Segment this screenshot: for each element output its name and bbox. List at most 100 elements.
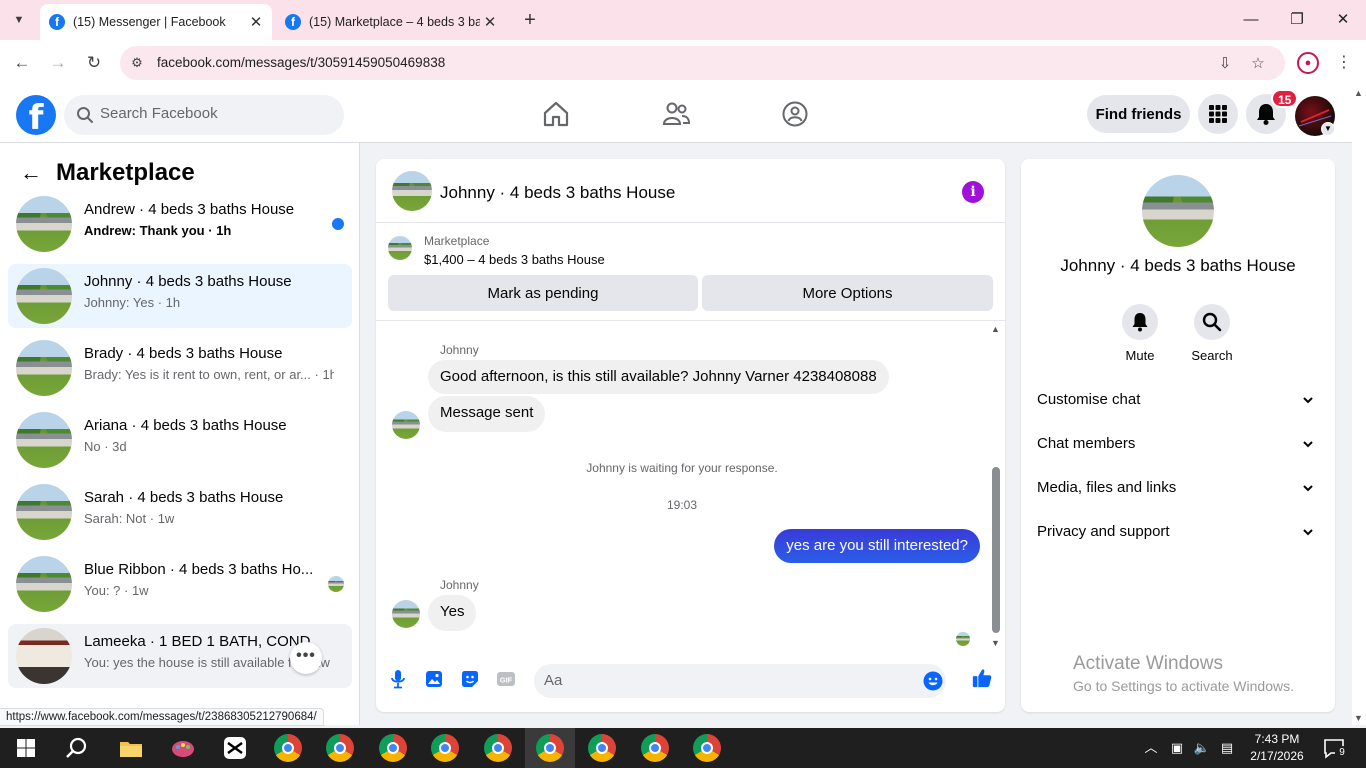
tab-close-icon[interactable]: ✕	[480, 13, 500, 31]
chat-panel: Johnny · 4 beds 3 baths House i Marketpl…	[376, 159, 1005, 712]
scroll-down-icon[interactable]: ▼	[1354, 713, 1363, 723]
notification-center-icon[interactable]: 9	[1322, 736, 1349, 760]
close-window-icon[interactable]: ✕	[1329, 6, 1357, 34]
activate-windows-watermark: Activate Windows Go to Settings to activ…	[1073, 653, 1294, 694]
browser-profile-icon[interactable]: ●	[1297, 52, 1319, 74]
more-options-icon[interactable]: •••	[290, 642, 322, 674]
browser-menu-icon[interactable]: ⋮	[1334, 52, 1354, 74]
taskbar-search-icon[interactable]	[63, 734, 91, 762]
home-icon[interactable]	[541, 99, 571, 129]
thumbs-up-icon[interactable]	[971, 667, 993, 689]
search-input[interactable]	[100, 105, 330, 122]
chrome-profile-5-icon[interactable]	[484, 734, 512, 762]
more-options-button[interactable]: More Options	[702, 275, 993, 311]
reload-icon[interactable]: ↻	[82, 51, 106, 75]
conversation-name: Lameeka · 1 BED 1 BATH, COND	[84, 633, 311, 650]
menu-button[interactable]	[1198, 94, 1238, 134]
chat-members-section[interactable]: Chat members	[1037, 422, 1319, 466]
file-explorer-icon[interactable]	[117, 734, 145, 762]
groups-icon[interactable]	[780, 99, 810, 129]
message-input[interactable]	[544, 672, 914, 689]
message-input-wrapper[interactable]	[534, 664, 946, 698]
conversation-johnny[interactable]: Johnny · 4 beds 3 baths House Johnny: Ye…	[8, 264, 352, 328]
search-button[interactable]	[1194, 304, 1230, 340]
tab-search-chevron-icon[interactable]: ▼	[8, 9, 30, 31]
search-icon	[77, 107, 93, 123]
photo-icon[interactable]	[423, 668, 445, 690]
paint-app-icon[interactable]	[169, 734, 197, 762]
tab-marketplace[interactable]: f (15) Marketplace – 4 beds 3 bat ✕	[276, 4, 506, 40]
conversation-andrew[interactable]: Andrew · 4 beds 3 baths House Andrew: Th…	[8, 192, 352, 256]
message-bubble[interactable]: Message sent	[428, 396, 546, 432]
mark-as-pending-button[interactable]: Mark as pending	[388, 275, 698, 311]
scroll-up-icon[interactable]: ▲	[1354, 88, 1363, 98]
chrome-profile-9-icon[interactable]	[693, 734, 721, 762]
tab-close-icon[interactable]: ✕	[246, 13, 266, 31]
forward-arrow-icon[interactable]: →	[46, 51, 70, 75]
conversation-ariana[interactable]: Ariana · 4 beds 3 baths House No · 3d	[8, 408, 352, 472]
tab-messenger[interactable]: f (15) Messenger | Facebook ✕	[40, 4, 272, 40]
volume-icon[interactable]: 🔈	[1192, 738, 1212, 758]
mute-action[interactable]: Mute	[1110, 304, 1170, 363]
new-tab-icon[interactable]: +	[518, 8, 542, 32]
find-friends-button[interactable]: Find friends	[1087, 95, 1190, 133]
account-chevron-down-icon[interactable]: ▼	[1321, 122, 1335, 136]
minimize-icon[interactable]: —	[1237, 6, 1265, 34]
info-avatar[interactable]	[1142, 175, 1214, 247]
message-bubble[interactable]: Yes	[428, 595, 477, 631]
back-arrow-icon[interactable]: ←	[16, 158, 46, 188]
search-action[interactable]: Search	[1182, 304, 1242, 363]
page-scrollbar[interactable]: ▲ ▼	[1352, 86, 1366, 725]
system-clock[interactable]: 7:43 PM 2/17/2026	[1249, 731, 1305, 765]
chrome-profile-6-icon[interactable]	[536, 734, 564, 762]
facebook-logo[interactable]: f	[16, 95, 56, 135]
gif-icon[interactable]: GIF	[495, 668, 517, 690]
conversation-blue-ribbon[interactable]: Blue Ribbon · 4 beds 3 baths Ho... You: …	[8, 552, 352, 616]
chat-avatar[interactable]	[392, 171, 432, 211]
chat-scrollbar[interactable]: ▲ ▼	[989, 322, 1003, 648]
microphone-icon[interactable]	[387, 668, 409, 690]
friends-icon[interactable]	[661, 99, 691, 129]
conversation-lameeka[interactable]: Lameeka · 1 BED 1 BATH, COND You: yes th…	[8, 624, 352, 688]
chrome-profile-7-icon[interactable]	[588, 734, 616, 762]
listing-price[interactable]: $1,400 – 4 beds 3 baths House	[424, 252, 605, 267]
bookmark-star-icon[interactable]: ☆	[1248, 54, 1268, 74]
tray-device-icon[interactable]: ▣	[1167, 738, 1187, 758]
sender-avatar[interactable]	[392, 600, 420, 628]
conversation-sarah[interactable]: Sarah · 4 beds 3 baths House Sarah: Not …	[8, 480, 352, 544]
scroll-up-icon[interactable]: ▲	[991, 324, 1000, 334]
capcut-icon[interactable]	[221, 734, 249, 762]
customise-chat-section[interactable]: Customise chat	[1037, 378, 1319, 422]
chrome-profile-8-icon[interactable]	[641, 734, 669, 762]
media-files-links-section[interactable]: Media, files and links	[1037, 466, 1319, 510]
mute-button[interactable]	[1122, 304, 1158, 340]
tray-expand-icon[interactable]: ︿	[1141, 738, 1161, 758]
facebook-search[interactable]	[64, 95, 344, 135]
chat-title[interactable]: Johnny · 4 beds 3 baths House	[440, 183, 675, 203]
sender-avatar[interactable]	[392, 411, 420, 439]
conversation-brady[interactable]: Brady · 4 beds 3 baths House Brady: Yes …	[8, 336, 352, 400]
scroll-thumb[interactable]	[992, 467, 1000, 633]
listing-thumbnail[interactable]	[388, 236, 412, 260]
sticker-icon[interactable]	[459, 668, 481, 690]
chrome-profile-4-icon[interactable]	[431, 734, 459, 762]
info-icon[interactable]: i	[962, 181, 984, 203]
network-icon[interactable]: ▤	[1217, 738, 1237, 758]
address-bar[interactable]: ⚙ facebook.com/messages/t/30591459050469…	[120, 46, 1285, 80]
chrome-profile-1-icon[interactable]	[274, 734, 302, 762]
install-app-icon[interactable]: ⇩	[1215, 54, 1235, 74]
emoji-icon[interactable]	[922, 670, 944, 692]
restore-icon[interactable]: ❐	[1283, 6, 1311, 34]
message-bubble-outgoing[interactable]: yes are you still interested?	[774, 529, 980, 563]
site-settings-icon[interactable]: ⚙	[128, 54, 146, 72]
message-bubble[interactable]: Good afternoon, is this still available?…	[428, 360, 889, 394]
browser-tab-strip: ▼ f (15) Messenger | Facebook ✕ f (15) M…	[0, 0, 1366, 40]
privacy-support-section[interactable]: Privacy and support	[1037, 510, 1319, 554]
scroll-down-icon[interactable]: ▼	[991, 638, 1000, 648]
back-arrow-icon[interactable]: ←	[10, 51, 34, 75]
chrome-profile-2-icon[interactable]	[326, 734, 354, 762]
chrome-profile-3-icon[interactable]	[379, 734, 407, 762]
marketplace-sidebar: ← Marketplace Andrew · 4 beds 3 baths Ho…	[0, 143, 360, 725]
windows-start-icon[interactable]	[12, 734, 40, 762]
info-name[interactable]: Johnny · 4 beds 3 baths House	[1021, 256, 1335, 276]
